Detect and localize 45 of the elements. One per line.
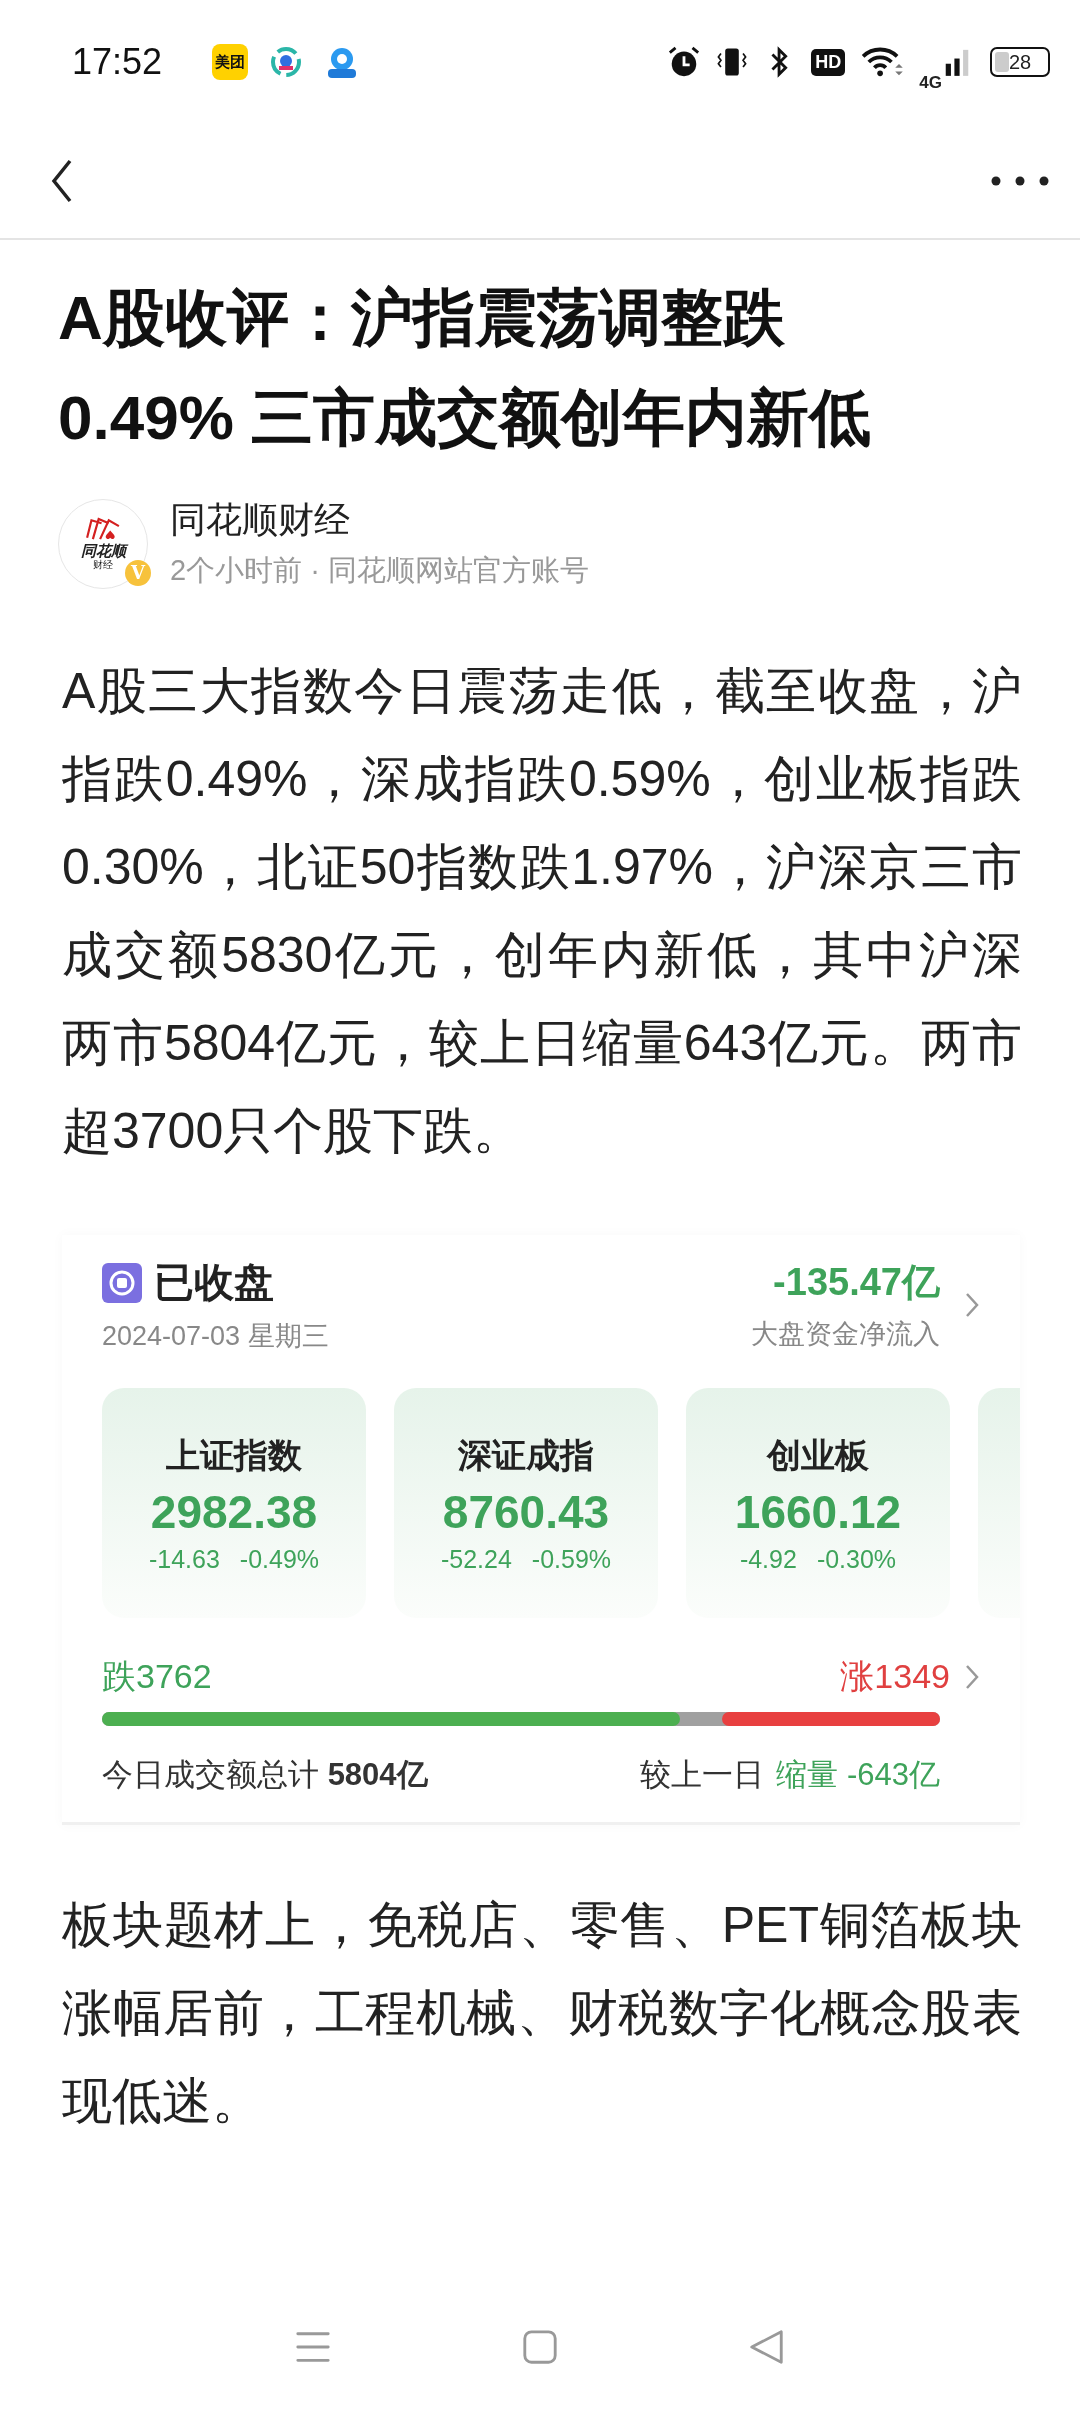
stop-icon bbox=[102, 1262, 142, 1303]
app-icon: 美团 bbox=[212, 44, 249, 80]
decliners-count: 跌3762 bbox=[102, 1656, 212, 1697]
more-icon[interactable] bbox=[990, 175, 1050, 187]
back-nav-icon[interactable] bbox=[747, 2328, 786, 2366]
market-status: 已收盘 bbox=[154, 1259, 274, 1306]
market-date: 2024-07-03 星期三 bbox=[102, 1320, 329, 1353]
advancers-count: 涨1349 bbox=[840, 1656, 950, 1697]
index-name: 深证成指 bbox=[458, 1434, 594, 1476]
index-name: 上证指数 bbox=[166, 1434, 302, 1476]
post-meta: 2个小时前 · 同花顺网站官方账号 bbox=[170, 553, 589, 588]
hd-badge: HD bbox=[811, 48, 846, 76]
net-flow-value: -135.47亿 bbox=[773, 1260, 940, 1305]
index-change: -52.24 bbox=[440, 1544, 512, 1574]
index-name: 创业板 bbox=[767, 1434, 869, 1476]
compare-value: 缩量 -643亿 bbox=[776, 1756, 940, 1794]
alarm-icon bbox=[667, 45, 702, 79]
index-card[interactable]: 上证指数 2982.38 -14.63 -0.49% bbox=[102, 1388, 366, 1618]
home-icon[interactable] bbox=[521, 2328, 559, 2366]
compare-label: 较上一日 bbox=[640, 1756, 765, 1794]
article-title: A股收评：沪指震荡调整跌0.49% 三市成交额创年内新低 bbox=[58, 282, 873, 454]
index-value: 1660.12 bbox=[734, 1484, 902, 1539]
index-card[interactable]: 深证成指 8760.43 -52.24 -0.59% bbox=[394, 1388, 658, 1618]
index-change: -4.92 bbox=[739, 1544, 797, 1574]
logo-subtext: 财经 bbox=[93, 559, 113, 571]
turnover-total: 今日成交额总计 5804亿 bbox=[102, 1756, 428, 1794]
network-type: 4G bbox=[919, 73, 942, 93]
index-change: -14.63 bbox=[148, 1544, 220, 1574]
net-flow-label: 大盘资金净流入 bbox=[751, 1318, 940, 1351]
back-icon[interactable] bbox=[50, 157, 74, 205]
wifi-icon bbox=[859, 45, 906, 79]
index-value: 8760.43 bbox=[442, 1484, 610, 1539]
index-percent: -0.30% bbox=[816, 1544, 897, 1574]
index-card[interactable]: 创业板 1660.12 -4.92 -0.30% bbox=[686, 1388, 950, 1618]
vibrate-icon bbox=[715, 45, 750, 79]
verified-badge: V bbox=[125, 559, 151, 586]
index-percent: -0.59% bbox=[531, 1544, 612, 1574]
index-percent: -0.49% bbox=[239, 1544, 320, 1574]
status-time: 17:52 bbox=[72, 41, 163, 83]
article-paragraph: 板块题材上，免税店、零售、PET铜箔板块涨幅居前，工程机械、财税数字化概念股表现低迷。 bbox=[62, 1896, 1022, 2131]
article-paragraph: A股三大指数今日震荡走低，截至收盘，沪指跌0.49%，深成指跌0.59%，创业板指跌0.30%，北证50指数跌1.97%，沪深京三市成交额5830亿元，创年内新低，其中沪深两市5804亿元，较上日缩量643亿元。两市超3700只个股下跌。 bbox=[62, 662, 1022, 1161]
index-value: 2982.38 bbox=[150, 1484, 318, 1539]
battery-icon: 28 bbox=[990, 47, 1050, 77]
author-name[interactable]: 同花顺财经 bbox=[170, 496, 589, 545]
chevron-icon[interactable] bbox=[964, 1663, 980, 1691]
